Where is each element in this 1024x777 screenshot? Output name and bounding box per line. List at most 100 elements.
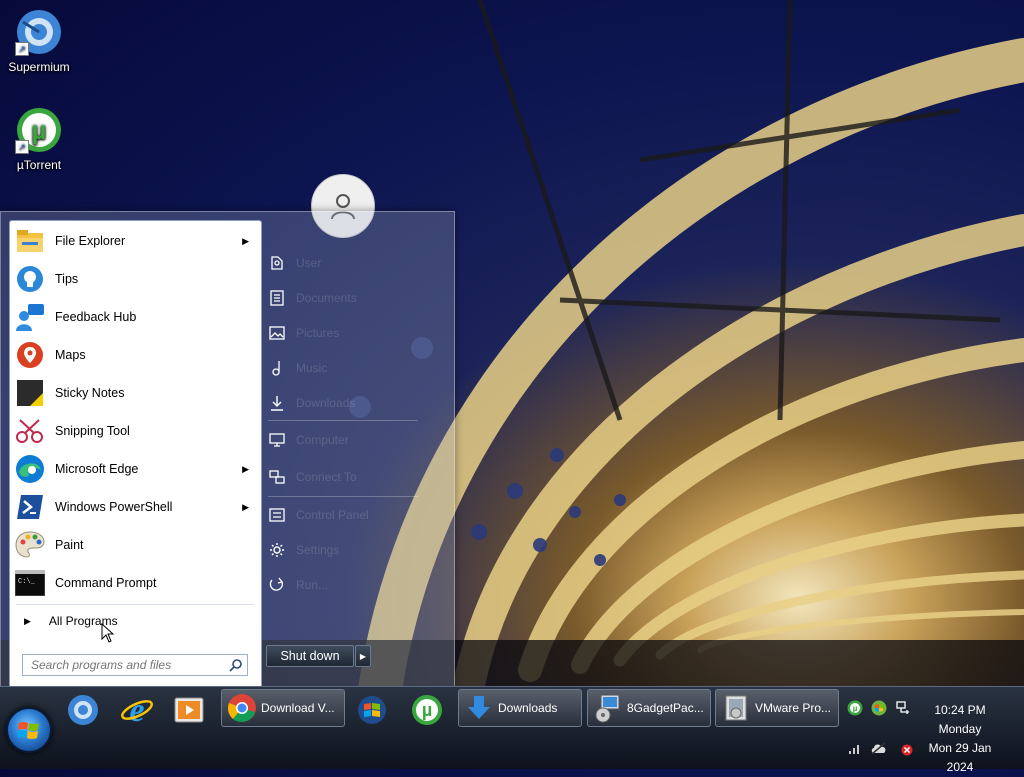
user-folder-icon: [268, 254, 286, 272]
right-item-label: Control Panel: [296, 508, 369, 522]
right-item-pictures[interactable]: Pictures: [268, 318, 448, 348]
submenu-arrow-icon: ▶: [242, 463, 249, 474]
program-feedback-hub[interactable]: Feedback Hub: [10, 298, 261, 336]
music-note-icon: [268, 359, 286, 377]
svg-text:µ: µ: [853, 704, 858, 713]
desktop-icon-label: µTorrent: [16, 158, 62, 172]
program-label: Snipping Tool: [55, 424, 130, 438]
all-programs-button[interactable]: ▶ All Programs: [10, 611, 261, 631]
monitor-icon: [268, 431, 286, 449]
right-item-computer[interactable]: Computer: [268, 425, 448, 455]
program-microsoft-edge[interactable]: Microsoft Edge ▶: [10, 450, 261, 488]
right-item-label: User: [296, 256, 322, 270]
chrome-icon: [226, 692, 258, 724]
control-panel-icon: [268, 506, 286, 524]
gadget-tray-icon[interactable]: [870, 699, 888, 717]
supermium-pinned-icon[interactable]: [64, 691, 102, 729]
search-icon[interactable]: [229, 658, 243, 672]
download-arrow-icon: [463, 692, 495, 724]
program-label: Sticky Notes: [55, 386, 125, 400]
svg-text:C:\_: C:\_: [18, 578, 36, 586]
shutdown-label: Shut down: [280, 649, 340, 663]
clock-date: Mon 29 Jan 2024: [928, 741, 992, 774]
edge-icon: [14, 453, 46, 485]
program-snipping-tool[interactable]: Snipping Tool: [10, 412, 261, 450]
program-command-prompt[interactable]: C:\_ Command Prompt: [10, 564, 261, 602]
signal-tray-icon[interactable]: [846, 739, 864, 757]
right-item-run[interactable]: Run...: [268, 570, 448, 600]
search-box[interactable]: [22, 654, 248, 676]
mouse-cursor-icon: [101, 623, 115, 643]
right-divider: [268, 496, 418, 497]
desktop-icon-utorrent[interactable]: µ ↗ µTorrent: [1, 106, 77, 172]
task-download[interactable]: Download V...: [221, 689, 345, 727]
shutdown-button[interactable]: Shut down: [266, 645, 354, 667]
network-icon: [268, 468, 286, 486]
windows-flag-task[interactable]: [353, 691, 391, 729]
right-item-documents[interactable]: Documents: [268, 283, 448, 313]
feedback-icon: [14, 301, 46, 333]
right-item-user[interactable]: User: [268, 248, 448, 278]
program-label: Feedback Hub: [55, 310, 137, 324]
right-item-control-panel[interactable]: Control Panel: [268, 500, 448, 530]
utorrent-icon: µ: [412, 695, 442, 725]
program-tips[interactable]: Tips: [10, 260, 261, 298]
installer-icon: [592, 692, 624, 724]
shutdown-group: Shut down ▶: [266, 645, 371, 667]
desktop-icon-supermium[interactable]: ↗ Supermium: [1, 8, 77, 74]
utorrent-task[interactable]: µ: [408, 691, 446, 729]
svg-text:µ: µ: [32, 115, 47, 145]
search-input[interactable]: [29, 657, 229, 673]
program-label: Command Prompt: [55, 576, 157, 590]
right-item-label: Connect To: [296, 470, 357, 484]
picture-icon: [268, 324, 286, 342]
map-pin-icon: [14, 339, 46, 371]
task-label: Downloads: [498, 701, 558, 715]
program-sticky-notes[interactable]: Sticky Notes: [10, 374, 261, 412]
powershell-icon: [14, 491, 46, 523]
internet-explorer-pinned-icon[interactable]: e: [118, 691, 156, 729]
expand-arrow-icon: ▶: [24, 615, 31, 626]
vmware-icon: [720, 692, 752, 724]
clock-time: 10:24 PM: [934, 703, 986, 717]
task-label: Download V...: [261, 701, 335, 715]
right-item-label: Downloads: [296, 396, 356, 410]
submenu-arrow-icon: ▶: [242, 235, 249, 246]
cloud-tray-icon[interactable]: [870, 739, 888, 757]
right-item-label: Run...: [296, 578, 329, 592]
folder-icon: [14, 225, 46, 257]
programs-pane: File Explorer ▶ Tips Feedback Hub Maps S…: [9, 220, 262, 688]
program-label: Maps: [55, 348, 86, 362]
right-item-label: Documents: [296, 291, 357, 305]
right-item-label: Computer: [296, 433, 349, 447]
taskbar: e Download V... µ Downloads 8GadgetPac..…: [0, 686, 1024, 774]
start-button[interactable]: [6, 707, 52, 753]
right-item-connect-to[interactable]: Connect To: [268, 462, 448, 492]
desktop-icon-label: Supermium: [8, 60, 70, 74]
sticky-note-icon: [14, 377, 46, 409]
clock[interactable]: 10:24 PM Monday Mon 29 Jan 2024: [914, 701, 1006, 777]
right-item-label: Settings: [296, 543, 340, 557]
start-menu: File Explorer ▶ Tips Feedback Hub Maps S…: [0, 211, 455, 688]
program-windows-powershell[interactable]: Windows PowerShell ▶: [10, 488, 261, 526]
right-item-music[interactable]: Music: [268, 353, 448, 383]
shutdown-options-button[interactable]: ▶: [355, 645, 371, 667]
program-label: Tips: [55, 272, 79, 286]
task-8gadgetpack[interactable]: 8GadgetPac...: [587, 689, 711, 727]
program-label: File Explorer: [55, 234, 126, 248]
network-tray-icon[interactable]: [894, 699, 912, 717]
program-maps[interactable]: Maps: [10, 336, 261, 374]
download-arrow-icon: [268, 394, 286, 412]
programs-divider: [16, 604, 254, 605]
media-player-pinned-icon[interactable]: [170, 691, 208, 729]
program-paint[interactable]: Paint: [10, 526, 261, 564]
task-downloads[interactable]: Downloads: [458, 689, 582, 727]
program-file-explorer[interactable]: File Explorer ▶: [10, 222, 261, 260]
gear-icon: [268, 541, 286, 559]
utorrent-tray-icon[interactable]: µ: [846, 699, 864, 717]
program-label: Windows PowerShell: [55, 500, 173, 514]
run-icon: [268, 576, 286, 594]
task-vmware[interactable]: VMware Pro...: [715, 689, 839, 727]
right-item-settings[interactable]: Settings: [268, 535, 448, 565]
right-item-downloads[interactable]: Downloads: [268, 388, 448, 418]
